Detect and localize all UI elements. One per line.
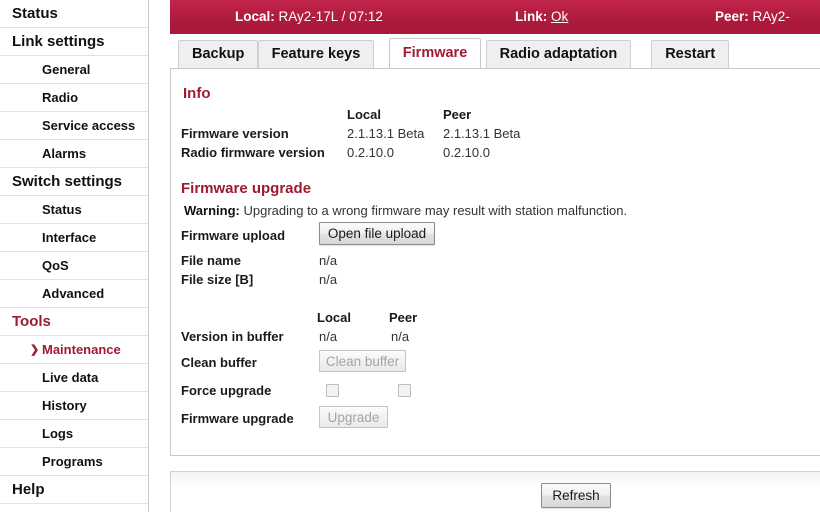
sidebar-item-history[interactable]: History xyxy=(0,392,148,420)
page-root: Status Link settings General Radio Service a… xyxy=(0,0,820,512)
info-column-header-peer: Peer xyxy=(443,107,472,122)
upgrade-warning-text: Upgrading to a wrong firmware may result… xyxy=(243,203,628,218)
open-file-upload-button[interactable]: Open file upload xyxy=(319,222,435,245)
force-upgrade-label: Force upgrade xyxy=(181,383,272,398)
chevron-right-icon: ❯ xyxy=(30,344,40,356)
sidebar-item-status[interactable]: Status xyxy=(0,196,148,224)
buffer-column-header-peer: Peer xyxy=(389,310,418,325)
sidebar-entry-label: Service access xyxy=(42,118,136,133)
header-peer-value: RAy2- xyxy=(752,9,790,24)
sidebar-item-interface[interactable]: Interface xyxy=(0,224,148,252)
header-local-label: Local: xyxy=(235,9,275,24)
tab-feature-keys[interactable]: Feature keys xyxy=(257,40,375,68)
sidebar: Status Link settings General Radio Service a… xyxy=(0,0,149,512)
sidebar-entry-label: Help xyxy=(12,481,45,498)
clean-buffer-button[interactable]: Clean buffer xyxy=(319,350,406,372)
sidebar-item-maintenance[interactable]: ❯ Maintenance xyxy=(0,336,148,364)
sidebar-group-switch-settings[interactable]: Switch settings xyxy=(0,168,148,196)
firmware-version-label: Firmware version xyxy=(181,126,289,141)
sidebar-entry-label: Switch settings xyxy=(12,173,123,190)
file-size-label: File size [B] xyxy=(181,272,254,287)
sidebar-item-service-access[interactable]: Service access xyxy=(0,112,148,140)
header-link-label: Link: xyxy=(515,9,548,24)
tab-backup[interactable]: Backup xyxy=(178,40,259,68)
sidebar-entry-label: Status xyxy=(12,5,58,22)
upgrade-button[interactable]: Upgrade xyxy=(319,406,388,428)
sidebar-entry-label: Interface xyxy=(42,230,97,245)
header-link-status: Link: Ok xyxy=(515,0,568,34)
info-section-title: Info xyxy=(183,85,211,102)
tab-bar: Backup Feature keys Firmware Radio adaptati… xyxy=(170,34,820,68)
sidebar-item-general[interactable]: General xyxy=(0,56,148,84)
tab-firmware[interactable]: Firmware xyxy=(388,38,482,68)
clean-buffer-label: Clean buffer xyxy=(181,355,257,370)
tab-label: Firmware xyxy=(402,45,468,61)
header-peer-status: Peer: RAy2- xyxy=(715,0,790,34)
main-content-panel: Info Local Peer Firmware version 2.1.13.… xyxy=(170,68,820,456)
sidebar-entry-label: Maintenance xyxy=(42,342,121,357)
header-local-status: Local: RAy2-17L / 07:12 xyxy=(235,0,383,34)
upgrade-warning-label: Warning: xyxy=(184,203,240,218)
header-peer-label: Peer: xyxy=(715,9,749,24)
header-local-value: RAy2-17L / 07:12 xyxy=(278,9,383,24)
radio-firmware-version-peer-value: 0.2.10.0 xyxy=(443,145,490,160)
header-link-value[interactable]: Ok xyxy=(551,9,568,24)
tab-label: Backup xyxy=(192,46,245,62)
sidebar-entry-label: General xyxy=(42,62,91,77)
force-upgrade-local-checkbox[interactable] xyxy=(326,384,339,397)
version-in-buffer-peer-value: n/a xyxy=(391,329,410,344)
tab-radio-adaptation[interactable]: Radio adaptation xyxy=(485,40,632,68)
force-upgrade-peer-checkbox[interactable] xyxy=(398,384,411,397)
sidebar-entry-label: Alarms xyxy=(42,146,87,161)
status-header-bar: Local: RAy2-17L / 07:12 Link: Ok Peer: R… xyxy=(170,0,820,34)
file-name-value: n/a xyxy=(319,253,338,268)
sidebar-item-radio[interactable]: Radio xyxy=(0,84,148,112)
radio-firmware-version-label: Radio firmware version xyxy=(181,145,325,160)
info-column-header-local: Local xyxy=(347,107,381,122)
footer-panel: Refresh xyxy=(170,471,820,512)
tab-restart[interactable]: Restart xyxy=(651,40,730,68)
tab-label: Restart xyxy=(665,46,716,62)
sidebar-entry-label: History xyxy=(42,398,87,413)
firmware-version-peer-value: 2.1.13.1 Beta xyxy=(443,126,521,141)
firmware-upload-label: Firmware upload xyxy=(181,228,286,243)
sidebar-group-status[interactable]: Status xyxy=(0,0,148,28)
sidebar-entry-label: Logs xyxy=(42,426,74,441)
file-name-label: File name xyxy=(181,253,241,268)
sidebar-entry-label: Advanced xyxy=(42,286,105,301)
version-in-buffer-local-value: n/a xyxy=(319,329,338,344)
refresh-button[interactable]: Refresh xyxy=(541,483,611,508)
sidebar-entry-label: Status xyxy=(42,202,82,217)
sidebar-item-qos[interactable]: QoS xyxy=(0,252,148,280)
version-in-buffer-label: Version in buffer xyxy=(181,329,284,344)
sidebar-entry-label: Link settings xyxy=(12,33,105,50)
tab-label: Feature keys xyxy=(271,46,361,62)
firmware-upgrade-section-title: Firmware upgrade xyxy=(181,180,312,197)
sidebar-entry-label: Programs xyxy=(42,454,103,469)
sidebar-group-help[interactable]: Help xyxy=(0,476,148,504)
upgrade-warning: Warning: Upgrading to a wrong firmware m… xyxy=(184,203,627,218)
sidebar-item-advanced[interactable]: Advanced xyxy=(0,280,148,308)
radio-firmware-version-local-value: 0.2.10.0 xyxy=(347,145,394,160)
sidebar-item-live-data[interactable]: Live data xyxy=(0,364,148,392)
tab-label: Radio adaptation xyxy=(499,46,618,62)
firmware-upgrade-label: Firmware upgrade xyxy=(181,411,294,426)
sidebar-item-programs[interactable]: Programs xyxy=(0,448,148,476)
sidebar-entry-label: Tools xyxy=(12,313,51,330)
sidebar-item-logs[interactable]: Logs xyxy=(0,420,148,448)
sidebar-entry-label: Live data xyxy=(42,370,99,385)
sidebar-entry-label: Radio xyxy=(42,90,79,105)
sidebar-group-tools[interactable]: Tools xyxy=(0,308,148,336)
sidebar-entry-label: QoS xyxy=(42,258,69,273)
firmware-version-local-value: 2.1.13.1 Beta xyxy=(347,126,425,141)
sidebar-item-alarms[interactable]: Alarms xyxy=(0,140,148,168)
buffer-column-header-local: Local xyxy=(317,310,351,325)
sidebar-group-link-settings[interactable]: Link settings xyxy=(0,28,148,56)
file-size-value: n/a xyxy=(319,272,338,287)
